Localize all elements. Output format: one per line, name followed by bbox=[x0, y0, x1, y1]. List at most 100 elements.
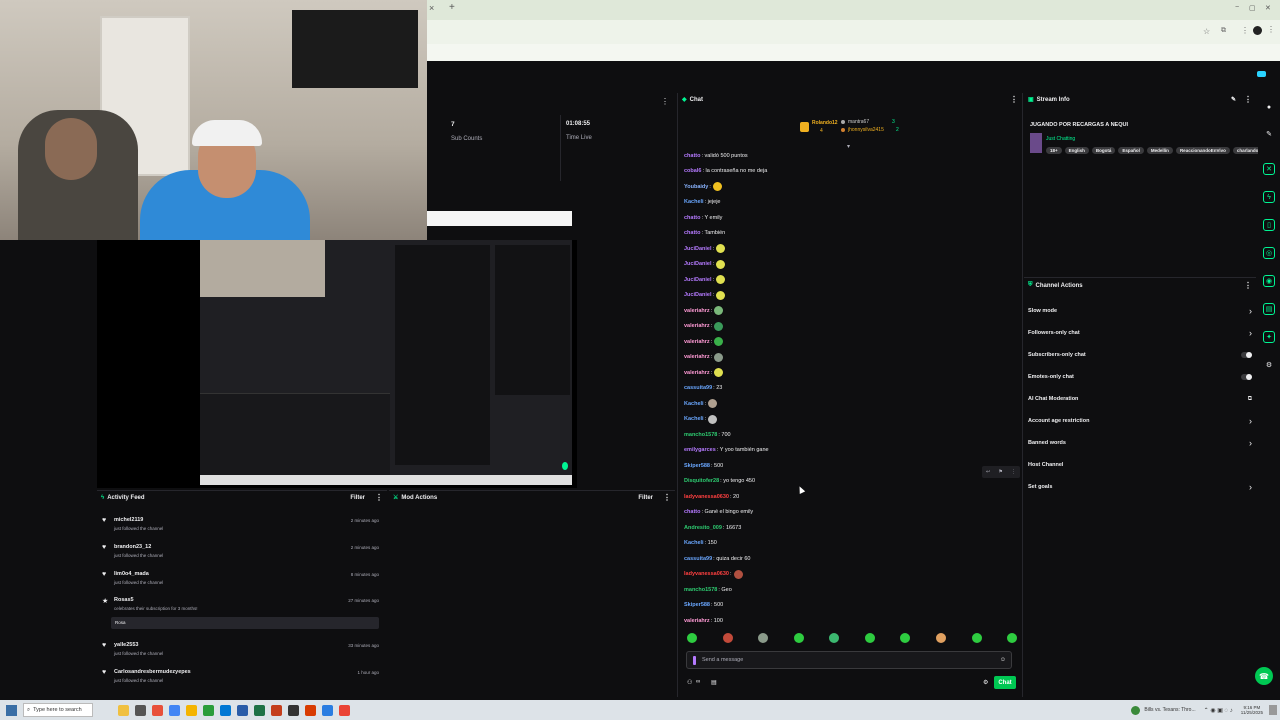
chat-username[interactable]: chatto bbox=[684, 153, 701, 159]
toggle-switch[interactable] bbox=[1241, 352, 1252, 358]
chat-message[interactable]: valeriahrz: bbox=[678, 350, 1022, 366]
chat-message[interactable]: Andresito_009: 16673 bbox=[678, 520, 1022, 536]
chat-username[interactable]: mancho1578 bbox=[684, 432, 717, 438]
menu-icon[interactable]: ⋮ bbox=[1267, 25, 1275, 34]
close-window-button[interactable]: ✕ bbox=[1265, 4, 1271, 12]
channel-action-slow-mode[interactable]: Slow mode › bbox=[1024, 300, 1256, 322]
chat-message[interactable]: Skiper588: 500 bbox=[678, 458, 1022, 474]
chat-message[interactable]: chatto: validó 500 puntos bbox=[678, 148, 1022, 164]
stats-menu-icon[interactable]: ⋮ bbox=[661, 97, 669, 106]
chat-username[interactable]: ladyvanessa0630 bbox=[684, 571, 729, 577]
chat-message[interactable]: JuciDaniel: bbox=[678, 257, 1022, 273]
chat-message[interactable]: ladyvanessa0630: bbox=[678, 567, 1022, 583]
chat-message[interactable]: ladyvanessa0630: 20 bbox=[678, 489, 1022, 505]
chrome-active-icon[interactable] bbox=[339, 704, 350, 716]
chat-username[interactable]: valeriahrz bbox=[684, 618, 710, 624]
activity-username[interactable]: yalle2553 bbox=[114, 642, 138, 648]
weather-text[interactable]: Bills vs. Texans: Thro... bbox=[1144, 707, 1195, 713]
word-icon[interactable] bbox=[237, 704, 248, 716]
send-chat-button[interactable]: Chat bbox=[994, 676, 1016, 689]
emote-9-icon[interactable] bbox=[972, 633, 982, 643]
chat-message[interactable]: chatto: Gané el bingo emily bbox=[678, 505, 1022, 521]
chat-username[interactable]: ladyvanessa0630 bbox=[684, 494, 729, 500]
emote-10-icon[interactable] bbox=[1007, 633, 1017, 643]
mod-filter-button[interactable]: Filter bbox=[638, 495, 653, 501]
emote-icon[interactable] bbox=[714, 306, 724, 316]
chat-username[interactable]: cobal6 bbox=[684, 168, 701, 174]
cortana-icon[interactable] bbox=[118, 704, 129, 716]
chat-message[interactable]: Kacheli: 150 bbox=[678, 536, 1022, 552]
chat-message[interactable]: chatto: Y emily bbox=[678, 210, 1022, 226]
emote-icon[interactable] bbox=[708, 399, 718, 409]
emote-icon[interactable] bbox=[714, 321, 724, 331]
chat-username[interactable]: cassuita99 bbox=[684, 385, 712, 391]
emote-icon[interactable] bbox=[708, 414, 718, 424]
emote-2-icon[interactable] bbox=[723, 633, 733, 643]
chat-username[interactable]: valeriahrz bbox=[684, 370, 710, 376]
chat-username[interactable]: chatto bbox=[684, 509, 701, 515]
help-chat-icon[interactable]: ☎ bbox=[1255, 667, 1273, 685]
chat-input-placeholder[interactable]: Send a message bbox=[702, 657, 743, 663]
chat-message[interactable]: JuciDaniel: bbox=[678, 288, 1022, 304]
notifications-icon[interactable] bbox=[1269, 705, 1277, 715]
chat-username[interactable]: Skiper588 bbox=[684, 602, 710, 608]
external-link-icon[interactable]: ⧉ bbox=[1248, 396, 1252, 403]
chat-message[interactable]: valeriahrz: bbox=[678, 319, 1022, 335]
chat-message[interactable]: Disquitofer28: yo tengo 450 bbox=[678, 474, 1022, 490]
new-tab-button[interactable]: + bbox=[449, 2, 455, 13]
channel-action-account-age-restriction[interactable]: Account age restriction › bbox=[1024, 410, 1256, 432]
channel-actions-menu-icon[interactable]: ⋮ bbox=[1244, 281, 1252, 290]
chat-message[interactable]: emilygarces: Y yoo también gane bbox=[678, 443, 1022, 459]
lock-icon[interactable]: ▤ bbox=[1263, 303, 1275, 315]
clock[interactable]: 9:16 PM 11/25/2025 bbox=[1241, 705, 1263, 715]
message-hover-actions[interactable]: ↩ ⚑ ⋮ bbox=[982, 466, 1020, 478]
phone-icon[interactable]: ▯ bbox=[1263, 219, 1275, 231]
obs-icon[interactable] bbox=[288, 704, 299, 716]
chat-settings-icon[interactable]: ⚙ bbox=[983, 679, 988, 686]
emote-1-icon[interactable] bbox=[687, 633, 697, 643]
emote-5-icon[interactable] bbox=[829, 633, 839, 643]
chat-message[interactable]: valeriahrz: bbox=[678, 334, 1022, 350]
chat-username[interactable]: emilygarces bbox=[684, 447, 716, 453]
activity-filter-button[interactable]: Filter bbox=[350, 495, 365, 501]
chat-username[interactable]: chatto bbox=[684, 215, 701, 221]
pin-icon[interactable]: ⚑ bbox=[998, 469, 1002, 475]
chat-username[interactable]: Kacheli bbox=[684, 401, 704, 407]
emote-4-icon[interactable] bbox=[794, 633, 804, 643]
minimize-button[interactable]: − bbox=[1235, 4, 1239, 11]
chat-message[interactable]: valeriahrz: 100 bbox=[678, 613, 1022, 629]
emote-icon[interactable] bbox=[716, 275, 726, 285]
chat-message[interactable]: JuciDaniel: bbox=[678, 241, 1022, 257]
chat-username[interactable]: Disquitofer28 bbox=[684, 478, 719, 484]
chat-username[interactable]: Kacheli bbox=[684, 416, 704, 422]
emote-icon[interactable] bbox=[716, 244, 726, 254]
chat-message[interactable]: valeriahrz: bbox=[678, 303, 1022, 319]
channel-action-set-goals[interactable]: Set goals › bbox=[1024, 476, 1256, 498]
chat-username[interactable]: JuciDaniel bbox=[684, 246, 712, 252]
emote-7-icon[interactable] bbox=[900, 633, 910, 643]
toggle-switch[interactable] bbox=[1241, 374, 1252, 380]
channel-action-banned-words[interactable]: Banned words › bbox=[1024, 432, 1256, 454]
chat-message[interactable]: cassuita99: quiza decir 60 bbox=[678, 551, 1022, 567]
emote-picker-icon[interactable]: ☺ bbox=[1000, 657, 1006, 663]
chat-username[interactable]: JuciDaniel bbox=[684, 261, 712, 267]
excel-icon[interactable] bbox=[254, 704, 265, 716]
chat-username[interactable]: cassuita99 bbox=[684, 556, 712, 562]
windows-start-icon[interactable] bbox=[6, 704, 17, 716]
app-1-icon[interactable] bbox=[152, 704, 163, 716]
emote-icon[interactable] bbox=[733, 569, 743, 579]
chat-message[interactable]: Kacheli: jejeje bbox=[678, 195, 1022, 211]
chat-message[interactable]: Youbaidy: bbox=[678, 179, 1022, 195]
chat-username[interactable]: valeriahrz bbox=[684, 308, 710, 314]
chat-username[interactable]: Kacheli bbox=[684, 199, 704, 205]
stream-info-menu-icon[interactable]: ⋮ bbox=[1244, 95, 1252, 104]
channel-action-ai-chat-moderation[interactable]: AI Chat Moderation ⧉ bbox=[1024, 388, 1256, 410]
app-4-icon[interactable] bbox=[322, 704, 333, 716]
bolt-icon[interactable]: ϟ bbox=[1263, 191, 1275, 203]
chat-username[interactable]: JuciDaniel bbox=[684, 292, 712, 298]
chevron-right-icon[interactable]: › bbox=[1249, 438, 1252, 448]
tray-icons[interactable]: ⌃ ◉ ▣ ◌ ♪ bbox=[1204, 707, 1233, 714]
chat-identity-icon[interactable] bbox=[693, 655, 696, 665]
task-view-icon[interactable] bbox=[135, 704, 146, 716]
circle-icon[interactable]: ● bbox=[1263, 101, 1275, 113]
